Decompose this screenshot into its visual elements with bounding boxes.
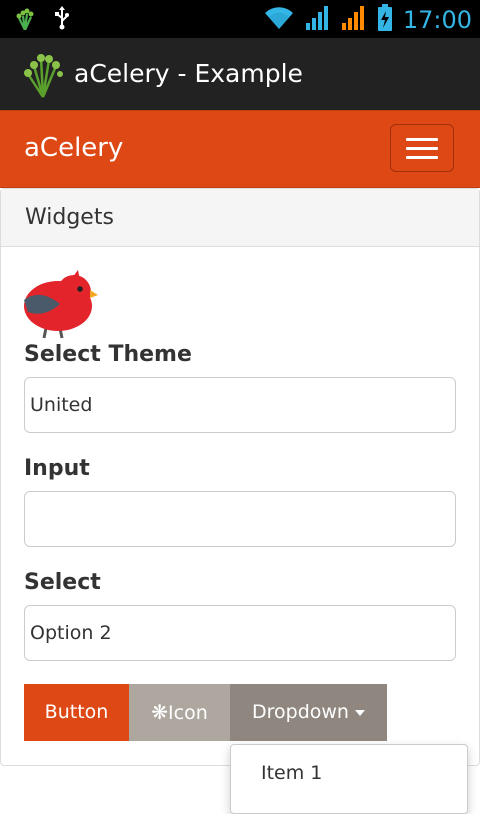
asterisk-icon: ❋ [151,700,169,724]
wifi-icon [263,5,295,35]
option-select-value: Option 2 [30,622,112,644]
status-bar: 17:00 [0,0,480,38]
bird-logo-icon [22,270,98,344]
icon-button[interactable]: ❋Icon [129,684,230,741]
clock: 17:00 [402,6,472,34]
text-input[interactable] [24,491,456,547]
primary-button-label: Button [44,701,109,723]
dropdown-menu: Item 1 [230,744,468,814]
theme-select[interactable]: United [24,377,456,433]
signal-icon [305,5,331,35]
input-label: Input [24,456,90,481]
theme-select-value: United [30,394,93,416]
battery-icon [377,4,393,36]
usb-icon [54,6,70,34]
option-select[interactable]: Option 2 [24,605,456,661]
dropdown-item-1[interactable]: Item 1 [261,759,322,787]
select-theme-label: Select Theme [24,342,192,367]
select-label: Select [24,570,101,595]
panel-heading: Widgets [1,189,479,247]
action-bar: aCelery - Example [0,38,480,111]
caret-down-icon [354,709,365,716]
primary-button[interactable]: Button [24,684,129,741]
navbar-brand[interactable]: aCelery [24,131,123,165]
navbar: aCelery [0,110,480,188]
icon-button-label: Icon [168,702,208,724]
dropdown-button[interactable]: Dropdown [230,684,387,741]
hamburger-icon [406,138,438,141]
celery-notification-icon [14,6,36,34]
celery-icon [22,52,64,102]
panel-title: Widgets [25,205,114,230]
menu-toggle-button[interactable] [390,124,454,172]
signal-orange-icon [341,5,367,35]
app-title: aCelery - Example [74,59,303,88]
dropdown-button-label: Dropdown [252,701,349,723]
